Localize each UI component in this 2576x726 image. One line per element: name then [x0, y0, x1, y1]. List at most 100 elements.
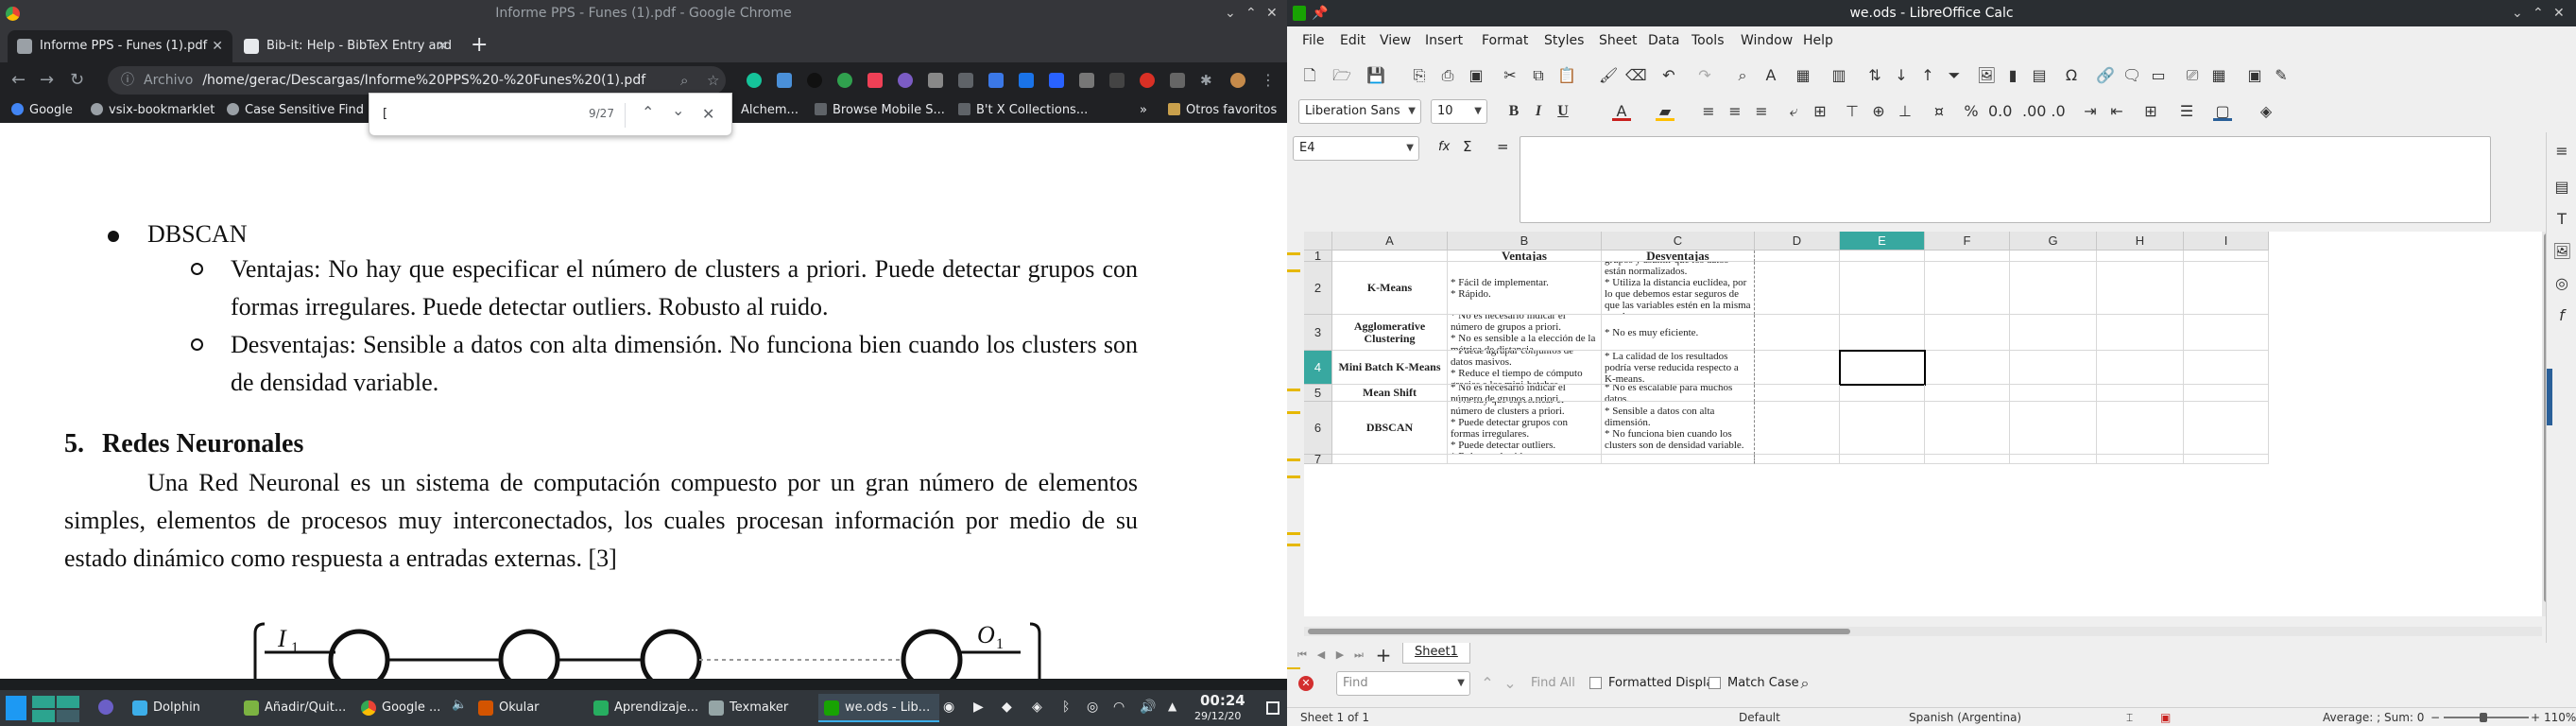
chart-icon[interactable]: ▮	[2003, 66, 2022, 85]
square-extension-icon[interactable]	[958, 73, 973, 88]
cell-e2[interactable]	[1840, 262, 1925, 315]
new-tab-button[interactable]: +	[471, 33, 488, 57]
cell-a6[interactable]: DBSCAN	[1332, 402, 1448, 455]
tray-volume-icon[interactable]: 🔊	[1140, 700, 1156, 715]
tray-wifi-icon[interactable]: ◠	[1113, 700, 1125, 715]
cell-f5[interactable]	[1925, 385, 2010, 402]
bookmark-google[interactable]: Google	[11, 98, 73, 123]
show-desktop-icon[interactable]	[1266, 701, 1279, 715]
chevron-down-icon[interactable]: ▼	[1474, 100, 1482, 123]
cell-f4[interactable]	[1925, 351, 2010, 385]
green-extension-icon[interactable]	[837, 73, 852, 88]
app-launcher-icon[interactable]	[6, 696, 26, 720]
clone-format-icon[interactable]: 🖌	[1599, 66, 1618, 85]
cell-a7[interactable]	[1332, 455, 1448, 464]
cell-b3[interactable]: * No es necesario indicar el número de g…	[1448, 315, 1602, 351]
folder-extension-icon[interactable]	[777, 73, 792, 88]
cell-e5[interactable]	[1840, 385, 1925, 402]
match-case-checkbox[interactable]	[1709, 677, 1721, 689]
cell-c1[interactable]: Desventajas	[1602, 251, 1755, 262]
close-tab-icon[interactable]: ✕	[437, 30, 448, 62]
pivot-table-icon[interactable]: ▤	[2030, 66, 2049, 85]
close-tab-icon[interactable]: ✕	[212, 30, 223, 62]
spelling-icon[interactable]: A	[1761, 66, 1780, 85]
menu-insert[interactable]: Insert	[1425, 26, 1463, 55]
other-bookmarks[interactable]: Otros favoritos	[1168, 98, 1277, 123]
task-aprendizaje[interactable]: Aprendizaje...	[588, 694, 701, 722]
undo-icon[interactable]: ↶	[1659, 66, 1678, 85]
bookmarks-overflow[interactable]: »	[1140, 98, 1147, 123]
menu-sheet[interactable]: Sheet	[1599, 26, 1637, 55]
tray-expand-icon[interactable]: ▲	[1168, 700, 1176, 713]
sort-ascending-icon[interactable]: ↓	[1892, 66, 1911, 85]
find-previous-icon[interactable]: ⌃	[1478, 674, 1497, 693]
shield-extension-icon[interactable]	[1019, 73, 1034, 88]
task-we-ods[interactable]: we.ods - Lib...	[818, 694, 939, 722]
find-close-icon[interactable]: ✕	[702, 105, 714, 123]
cell-i7[interactable]	[2184, 455, 2269, 464]
cell-c3[interactable]: * No es muy eficiente.	[1602, 315, 1755, 351]
bookmark-vsix[interactable]: vsix-bookmarklet	[91, 98, 215, 123]
currency-icon[interactable]: ¤	[1930, 102, 1949, 121]
sidebar-menu-icon[interactable]: ≡	[2552, 142, 2571, 161]
match-case-label[interactable]: Match Case	[1727, 676, 1799, 690]
cell-d6[interactable]	[1755, 402, 1840, 455]
cell-c5[interactable]: * No es escalable para muchos datos.	[1602, 385, 1755, 402]
gallery-icon[interactable]: 🖼	[2552, 242, 2571, 261]
selection-mode-icon[interactable]: ⌶	[2126, 708, 2133, 726]
previous-sheet-icon[interactable]: ◀	[1312, 646, 1331, 665]
increase-indent-icon[interactable]: ⇥	[2081, 102, 2100, 121]
first-sheet-icon[interactable]: ⏮	[1293, 646, 1312, 665]
percent-icon[interactable]: %	[1962, 102, 1981, 121]
find-replace-icon[interactable]: ⌕	[1733, 66, 1752, 85]
cell-i5[interactable]	[2184, 385, 2269, 402]
desktop-pager-2[interactable]	[57, 696, 79, 708]
new-document-icon[interactable]: 🗋	[1300, 66, 1319, 85]
cell-b2[interactable]: * Fácil de implementar. * Rápido.	[1448, 262, 1602, 315]
star-icon[interactable]: ☆	[707, 71, 719, 90]
window-extension-icon[interactable]	[928, 73, 943, 88]
status-page-style[interactable]: Default	[1739, 708, 1780, 726]
column-header-g[interactable]: G	[2010, 232, 2097, 251]
column-header-i[interactable]: I	[2184, 232, 2269, 251]
tray-diamond-icon[interactable]: ◆	[1002, 700, 1012, 715]
reload-icon[interactable]: ↻	[70, 71, 84, 90]
align-center-icon[interactable]: ≡	[1726, 102, 1744, 121]
zoom-in-icon[interactable]: +	[2531, 708, 2540, 726]
cell-b6[interactable]: * No hay que especificar el número de cl…	[1448, 402, 1602, 455]
autofilter-icon[interactable]: ⏷	[1945, 66, 1964, 85]
cell-i6[interactable]	[2184, 402, 2269, 455]
cell-d7[interactable]	[1755, 455, 1840, 464]
menu-view[interactable]: View	[1380, 26, 1411, 55]
column-header-b[interactable]: B	[1448, 232, 1602, 251]
zoom-out-icon[interactable]: −	[2430, 708, 2440, 726]
cell-e6[interactable]	[1840, 402, 1925, 455]
menu-format[interactable]: Format	[1482, 26, 1528, 55]
align-middle-icon[interactable]: ⊕	[1869, 102, 1888, 121]
navigator-icon[interactable]: ◎	[2552, 274, 2571, 293]
split-window-icon[interactable]: ▣	[2245, 66, 2264, 85]
cut-icon[interactable]: ✂	[1501, 66, 1520, 85]
close-find-icon[interactable]: ✕	[1298, 676, 1314, 691]
row-header-3[interactable]: 3	[1304, 315, 1332, 351]
redo-icon[interactable]: ↷	[1695, 66, 1714, 85]
column-header-d[interactable]: D	[1755, 232, 1840, 251]
menu-styles[interactable]: Styles	[1544, 26, 1584, 55]
purple-extension-icon[interactable]	[898, 73, 913, 88]
cell-g5[interactable]	[2010, 385, 2097, 402]
row-header-4[interactable]: 4	[1304, 351, 1332, 385]
cell-h6[interactable]	[2097, 402, 2184, 455]
clock-date[interactable]: 29/12/20	[1194, 710, 1241, 722]
cell-a5[interactable]: Mean Shift	[1332, 385, 1448, 402]
tray-updates-icon[interactable]: ◎	[1087, 700, 1098, 715]
select-all-corner[interactable]	[1304, 232, 1332, 251]
cell-h2[interactable]	[2097, 262, 2184, 315]
print-preview-icon[interactable]: ▣	[1467, 66, 1485, 85]
align-top-icon[interactable]: ⊤	[1843, 102, 1862, 121]
cell-a4[interactable]: Mini Batch K-Means	[1332, 351, 1448, 385]
menu-window[interactable]: Window	[1741, 26, 1793, 55]
more-menu-icon[interactable]: ⋮	[1261, 71, 1276, 90]
grammarly-extension-icon[interactable]	[747, 73, 762, 88]
close-window-icon[interactable]: ✕	[2553, 0, 2565, 26]
cell-a3[interactable]: Agglomerative Clustering	[1332, 315, 1448, 351]
